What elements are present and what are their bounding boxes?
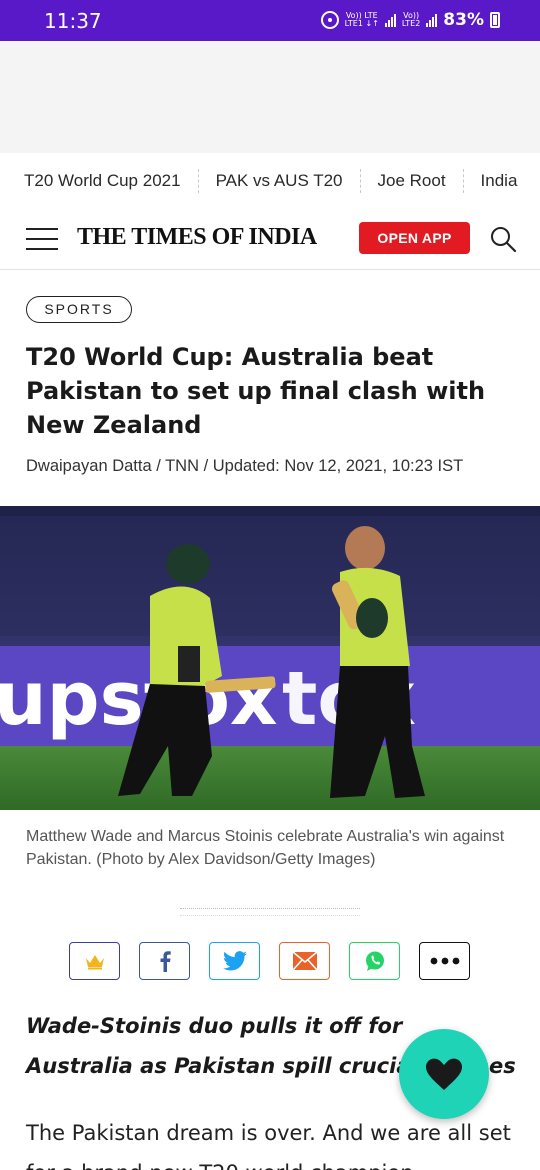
sim1-bottom-label: LTE1 ↓↑	[344, 19, 379, 28]
facebook-share-button[interactable]	[139, 942, 190, 980]
image-caption: Matthew Wade and Marcus Stoinis celebrat…	[26, 828, 505, 868]
whatsapp-icon	[365, 951, 384, 971]
status-time: 11:37	[44, 9, 102, 33]
battery-icon	[490, 12, 500, 28]
mail-icon	[291, 951, 318, 971]
article-byline: Dwaipayan Datta / TNN / Updated: Nov 12,…	[26, 457, 464, 475]
signal-bars-icon	[426, 13, 438, 27]
site-header: THE TIMES OF INDIA OPEN APP	[0, 208, 540, 270]
hotspot-icon	[320, 11, 339, 29]
hamburger-menu-icon[interactable]	[26, 228, 58, 250]
twitter-share-button[interactable]	[209, 942, 260, 980]
battery-percent: 83%	[443, 10, 484, 30]
trending-topic-joe-root[interactable]: Joe Root	[361, 168, 464, 193]
crown-icon	[85, 955, 104, 970]
trending-topic-pak-vs-aus[interactable]: PAK vs AUS T20	[199, 168, 361, 193]
site-logo[interactable]: THE TIMES OF INDIA	[77, 224, 317, 251]
mail-share-button[interactable]	[279, 942, 330, 980]
twitter-icon	[222, 951, 247, 971]
signal-bars-icon	[384, 13, 396, 27]
heart-icon	[426, 1058, 462, 1090]
sim2-bottom-label: LTE2	[401, 19, 421, 28]
article-hero-image: upstox tox	[0, 506, 540, 810]
search-icon[interactable]	[489, 225, 517, 253]
status-icons: Vo)) LTE LTE1 ↓↑ Vo)) LTE2 83%	[320, 10, 500, 30]
divider	[180, 908, 360, 916]
crown-share-button[interactable]	[69, 942, 120, 980]
article-body: The Pakistan dream is over. And we are a…	[26, 1121, 511, 1170]
more-icon	[430, 957, 459, 965]
open-app-button[interactable]: OPEN APP	[359, 222, 470, 254]
status-bar: 11:37 Vo)) LTE LTE1 ↓↑ Vo)) LTE2 83%	[0, 0, 540, 41]
whatsapp-share-button[interactable]	[349, 942, 400, 980]
article-headline: T20 World Cup: Australia beat Pakistan t…	[26, 343, 486, 439]
share-buttons	[69, 942, 470, 980]
trending-topic-t20-world-cup[interactable]: T20 World Cup 2021	[0, 168, 199, 193]
facebook-icon	[160, 951, 171, 972]
section-tag[interactable]: SPORTS	[26, 296, 132, 323]
ad-placeholder	[0, 41, 540, 153]
trending-topic-india[interactable]: India	[464, 169, 535, 193]
favorite-fab-button[interactable]	[399, 1029, 489, 1119]
more-share-button[interactable]	[419, 942, 470, 980]
sim1-label: Vo)) LTE LTE1 ↓↑	[345, 12, 379, 28]
trending-topics-bar[interactable]: T20 World Cup 2021 PAK vs AUS T20 Joe Ro…	[0, 153, 540, 208]
sim2-label: Vo)) LTE2	[402, 12, 420, 28]
